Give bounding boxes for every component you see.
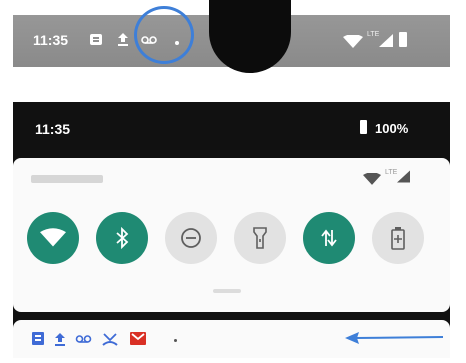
signal-icon	[379, 34, 393, 47]
upload-icon	[55, 333, 65, 346]
wifi-icon	[343, 35, 363, 48]
battery-saver-icon	[391, 227, 405, 250]
bluetooth-tile[interactable]	[96, 212, 148, 264]
gmail-icon	[130, 332, 146, 345]
flashlight-tile[interactable]	[234, 212, 286, 264]
collapsed-status-bar[interactable]: 11:35 LTE	[13, 0, 450, 73]
upload-icon	[118, 33, 128, 46]
wifi-icon	[363, 173, 381, 185]
battery-icon	[360, 120, 367, 134]
battery-icon	[399, 32, 407, 47]
data-arrows-icon	[321, 229, 337, 247]
signal-icon	[397, 170, 410, 183]
camera-notch	[209, 0, 291, 73]
message-icon	[32, 332, 44, 345]
wifi-tile[interactable]	[27, 212, 79, 264]
more-notifications-dot	[174, 339, 177, 342]
voicemail-icon	[75, 335, 92, 343]
carrier-placeholder	[31, 175, 103, 183]
expanded-shade: 11:35 100% LTE	[13, 102, 450, 358]
notification-icon-row[interactable]	[13, 320, 450, 358]
wifi-icon	[40, 228, 66, 247]
shade-time: 11:35	[35, 121, 71, 137]
lte-label: LTE	[385, 169, 398, 176]
pointer-arrow-icon	[345, 332, 443, 344]
bluetooth-icon	[116, 227, 129, 249]
status-time: 11:35	[33, 32, 69, 48]
do-not-disturb-icon	[181, 228, 201, 248]
flashlight-icon	[253, 227, 267, 249]
dnd-tile[interactable]	[165, 212, 217, 264]
battery-saver-tile[interactable]	[372, 212, 424, 264]
lte-label: LTE	[367, 31, 380, 38]
missed-call-icon	[102, 333, 118, 346]
message-icon	[90, 34, 102, 45]
mobile-data-tile[interactable]	[303, 212, 355, 264]
highlight-circle	[134, 6, 194, 64]
expand-handle[interactable]	[213, 289, 241, 293]
quick-settings-panel: LTE	[13, 158, 450, 312]
battery-percent: 100%	[375, 121, 409, 136]
